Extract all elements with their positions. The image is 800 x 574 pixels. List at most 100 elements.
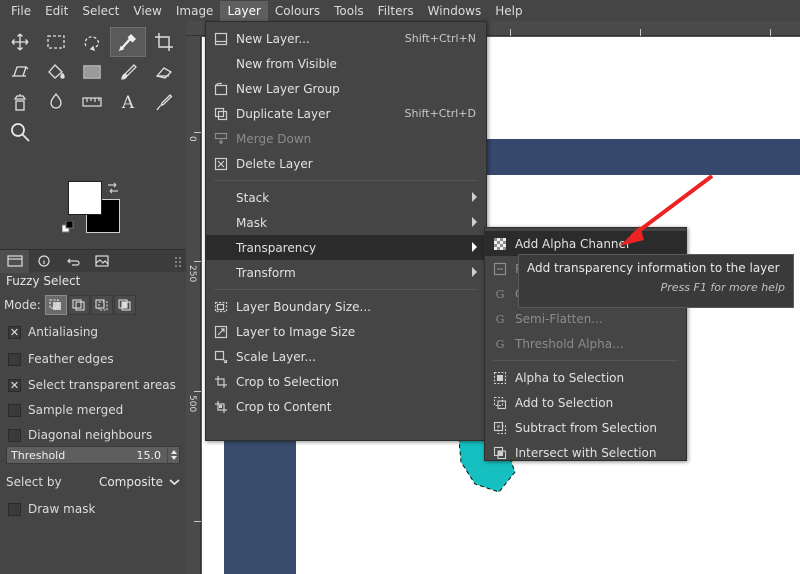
alpha-channel-icon: [493, 237, 515, 251]
new-layer-icon: [214, 32, 236, 46]
menu-item-new-layer-group[interactable]: New Layer Group: [206, 76, 486, 101]
menu-item-stack[interactable]: Stack: [206, 185, 486, 210]
menu-help[interactable]: Help: [488, 1, 529, 21]
menu-item-merge-down: Merge Down: [206, 126, 486, 151]
menu-item-new-from-visible[interactable]: New from Visible: [206, 51, 486, 76]
alpha-to-selection-icon: [493, 371, 515, 385]
menu-filters[interactable]: Filters: [371, 1, 421, 21]
reset-colours-icon[interactable]: [62, 221, 76, 235]
select-by-value: Composite: [99, 475, 163, 489]
select-by-dropdown[interactable]: Select by Composite: [6, 471, 180, 493]
paintbrush-tool[interactable]: [110, 57, 146, 87]
new-layer-group-icon: [214, 82, 236, 96]
antialiasing-checkbox[interactable]: ✕: [8, 326, 21, 339]
menubar: File Edit Select View Image Layer Colour…: [0, 0, 800, 21]
menu-item-add-alpha-channel[interactable]: Add Alpha Channel: [485, 231, 686, 256]
swap-colours-icon[interactable]: [106, 181, 120, 195]
rectangle-select-tool[interactable]: [38, 27, 74, 57]
tab-undo-history[interactable]: [58, 250, 87, 273]
intersect-mode-button[interactable]: [114, 295, 136, 315]
diagonal-neighbours-row[interactable]: Diagonal neighbours: [8, 424, 186, 446]
gradient-tool[interactable]: [74, 57, 110, 87]
menu-item-label: Transform: [236, 266, 471, 280]
menu-item-subtract-from-selection[interactable]: Subtract from Selection: [485, 415, 686, 440]
tooltip-help-hint: Press F1 for more help: [527, 281, 785, 294]
menu-view[interactable]: View: [126, 1, 168, 21]
add-mode-button[interactable]: [68, 295, 90, 315]
dock-resize-handle[interactable]: [174, 256, 183, 267]
clone-tool[interactable]: [2, 87, 38, 117]
menu-item-delete-layer[interactable]: Delete Layer: [206, 151, 486, 176]
move-tool[interactable]: [2, 27, 38, 57]
chevron-down-icon[interactable]: [169, 475, 180, 489]
measure-tool[interactable]: [74, 87, 110, 117]
menu-item-new-layer[interactable]: New Layer... Shift+Ctrl+N: [206, 26, 486, 51]
menu-item-layer-boundary-size[interactable]: Layer Boundary Size...: [206, 294, 486, 319]
merge-down-icon: [214, 132, 236, 146]
menu-item-label: Alpha to Selection: [515, 371, 686, 385]
sample-merged-row[interactable]: Sample merged: [8, 399, 186, 421]
draw-mask-checkbox[interactable]: [8, 503, 21, 516]
canvas-blue-block: [224, 437, 296, 574]
crop-to-selection-icon: [214, 375, 236, 389]
threshold-stepper[interactable]: [167, 447, 179, 463]
colour-picker-tool[interactable]: [146, 87, 182, 117]
tab-images[interactable]: [87, 250, 116, 273]
antialiasing-row[interactable]: ✕ Antialiasing: [8, 321, 186, 343]
svg-text:A: A: [121, 93, 135, 112]
transform-tool[interactable]: [2, 57, 38, 87]
smudge-tool[interactable]: [38, 87, 74, 117]
menu-item-duplicate-layer[interactable]: Duplicate Layer Shift+Ctrl+D: [206, 101, 486, 126]
layer-menu[interactable]: New Layer... Shift+Ctrl+N New from Visib…: [205, 21, 487, 441]
draw-mask-label: Draw mask: [28, 502, 95, 516]
fuzzy-select-tool[interactable]: [110, 27, 146, 57]
menu-tools[interactable]: Tools: [327, 1, 371, 21]
text-tool[interactable]: A: [110, 87, 146, 117]
sample-merged-checkbox[interactable]: [8, 404, 21, 417]
menu-item-transform[interactable]: Transform: [206, 260, 486, 285]
subtract-from-selection-icon: [493, 421, 515, 435]
diagonal-neighbours-checkbox[interactable]: [8, 429, 21, 442]
menu-item-label: Intersect with Selection: [515, 446, 686, 460]
subtract-mode-button[interactable]: [91, 295, 113, 315]
menu-item-crop-to-selection[interactable]: Crop to Selection: [206, 369, 486, 394]
threshold-slider[interactable]: Threshold 15.0: [6, 446, 180, 464]
menu-item-alpha-to-selection[interactable]: Alpha to Selection: [485, 365, 686, 390]
feather-edges-row[interactable]: Feather edges: [8, 348, 186, 370]
select-transparent-areas-checkbox[interactable]: ✕: [8, 379, 21, 392]
menu-windows[interactable]: Windows: [421, 1, 489, 21]
duplicate-layer-icon: [214, 107, 236, 121]
menu-item-label: Layer to Image Size: [236, 325, 486, 339]
eraser-tool[interactable]: [146, 57, 182, 87]
crop-tool[interactable]: [146, 27, 182, 57]
menu-file[interactable]: File: [4, 1, 38, 21]
menu-image[interactable]: Image: [169, 1, 221, 21]
menu-layer[interactable]: Layer: [220, 1, 267, 21]
menu-colours[interactable]: Colours: [268, 1, 327, 21]
menu-edit[interactable]: Edit: [38, 1, 75, 21]
menu-item-label: Duplicate Layer: [236, 107, 405, 121]
draw-mask-row[interactable]: Draw mask: [8, 498, 186, 520]
menu-item-crop-to-content[interactable]: Crop to Content: [206, 394, 486, 419]
menu-item-layer-to-image-size[interactable]: Layer to Image Size: [206, 319, 486, 344]
menu-item-label: Add to Selection: [515, 396, 686, 410]
menu-item-intersect-with-selection[interactable]: Intersect with Selection: [485, 440, 686, 465]
select-transparent-areas-row[interactable]: ✕ Select transparent areas: [8, 374, 186, 396]
menu-item-semi-flatten: G Semi-Flatten...: [485, 306, 686, 331]
menu-item-transparency[interactable]: Transparency: [206, 235, 486, 260]
replace-mode-button[interactable]: [45, 295, 67, 315]
bucket-fill-tool[interactable]: [38, 57, 74, 87]
menu-item-label: Mask: [236, 216, 471, 230]
foreground-colour-swatch[interactable]: [68, 181, 102, 215]
menu-item-label: Threshold Alpha...: [515, 337, 686, 351]
menu-select[interactable]: Select: [75, 1, 126, 21]
tab-device-status[interactable]: [29, 250, 58, 273]
vertical-ruler[interactable]: 0 250 500: [186, 36, 201, 574]
zoom-tool[interactable]: [2, 117, 38, 147]
free-select-tool[interactable]: [74, 27, 110, 57]
menu-item-scale-layer[interactable]: Scale Layer...: [206, 344, 486, 369]
menu-item-mask[interactable]: Mask: [206, 210, 486, 235]
tab-tool-options[interactable]: [0, 250, 29, 273]
menu-item-add-to-selection[interactable]: Add to Selection: [485, 390, 686, 415]
feather-edges-checkbox[interactable]: [8, 353, 21, 366]
